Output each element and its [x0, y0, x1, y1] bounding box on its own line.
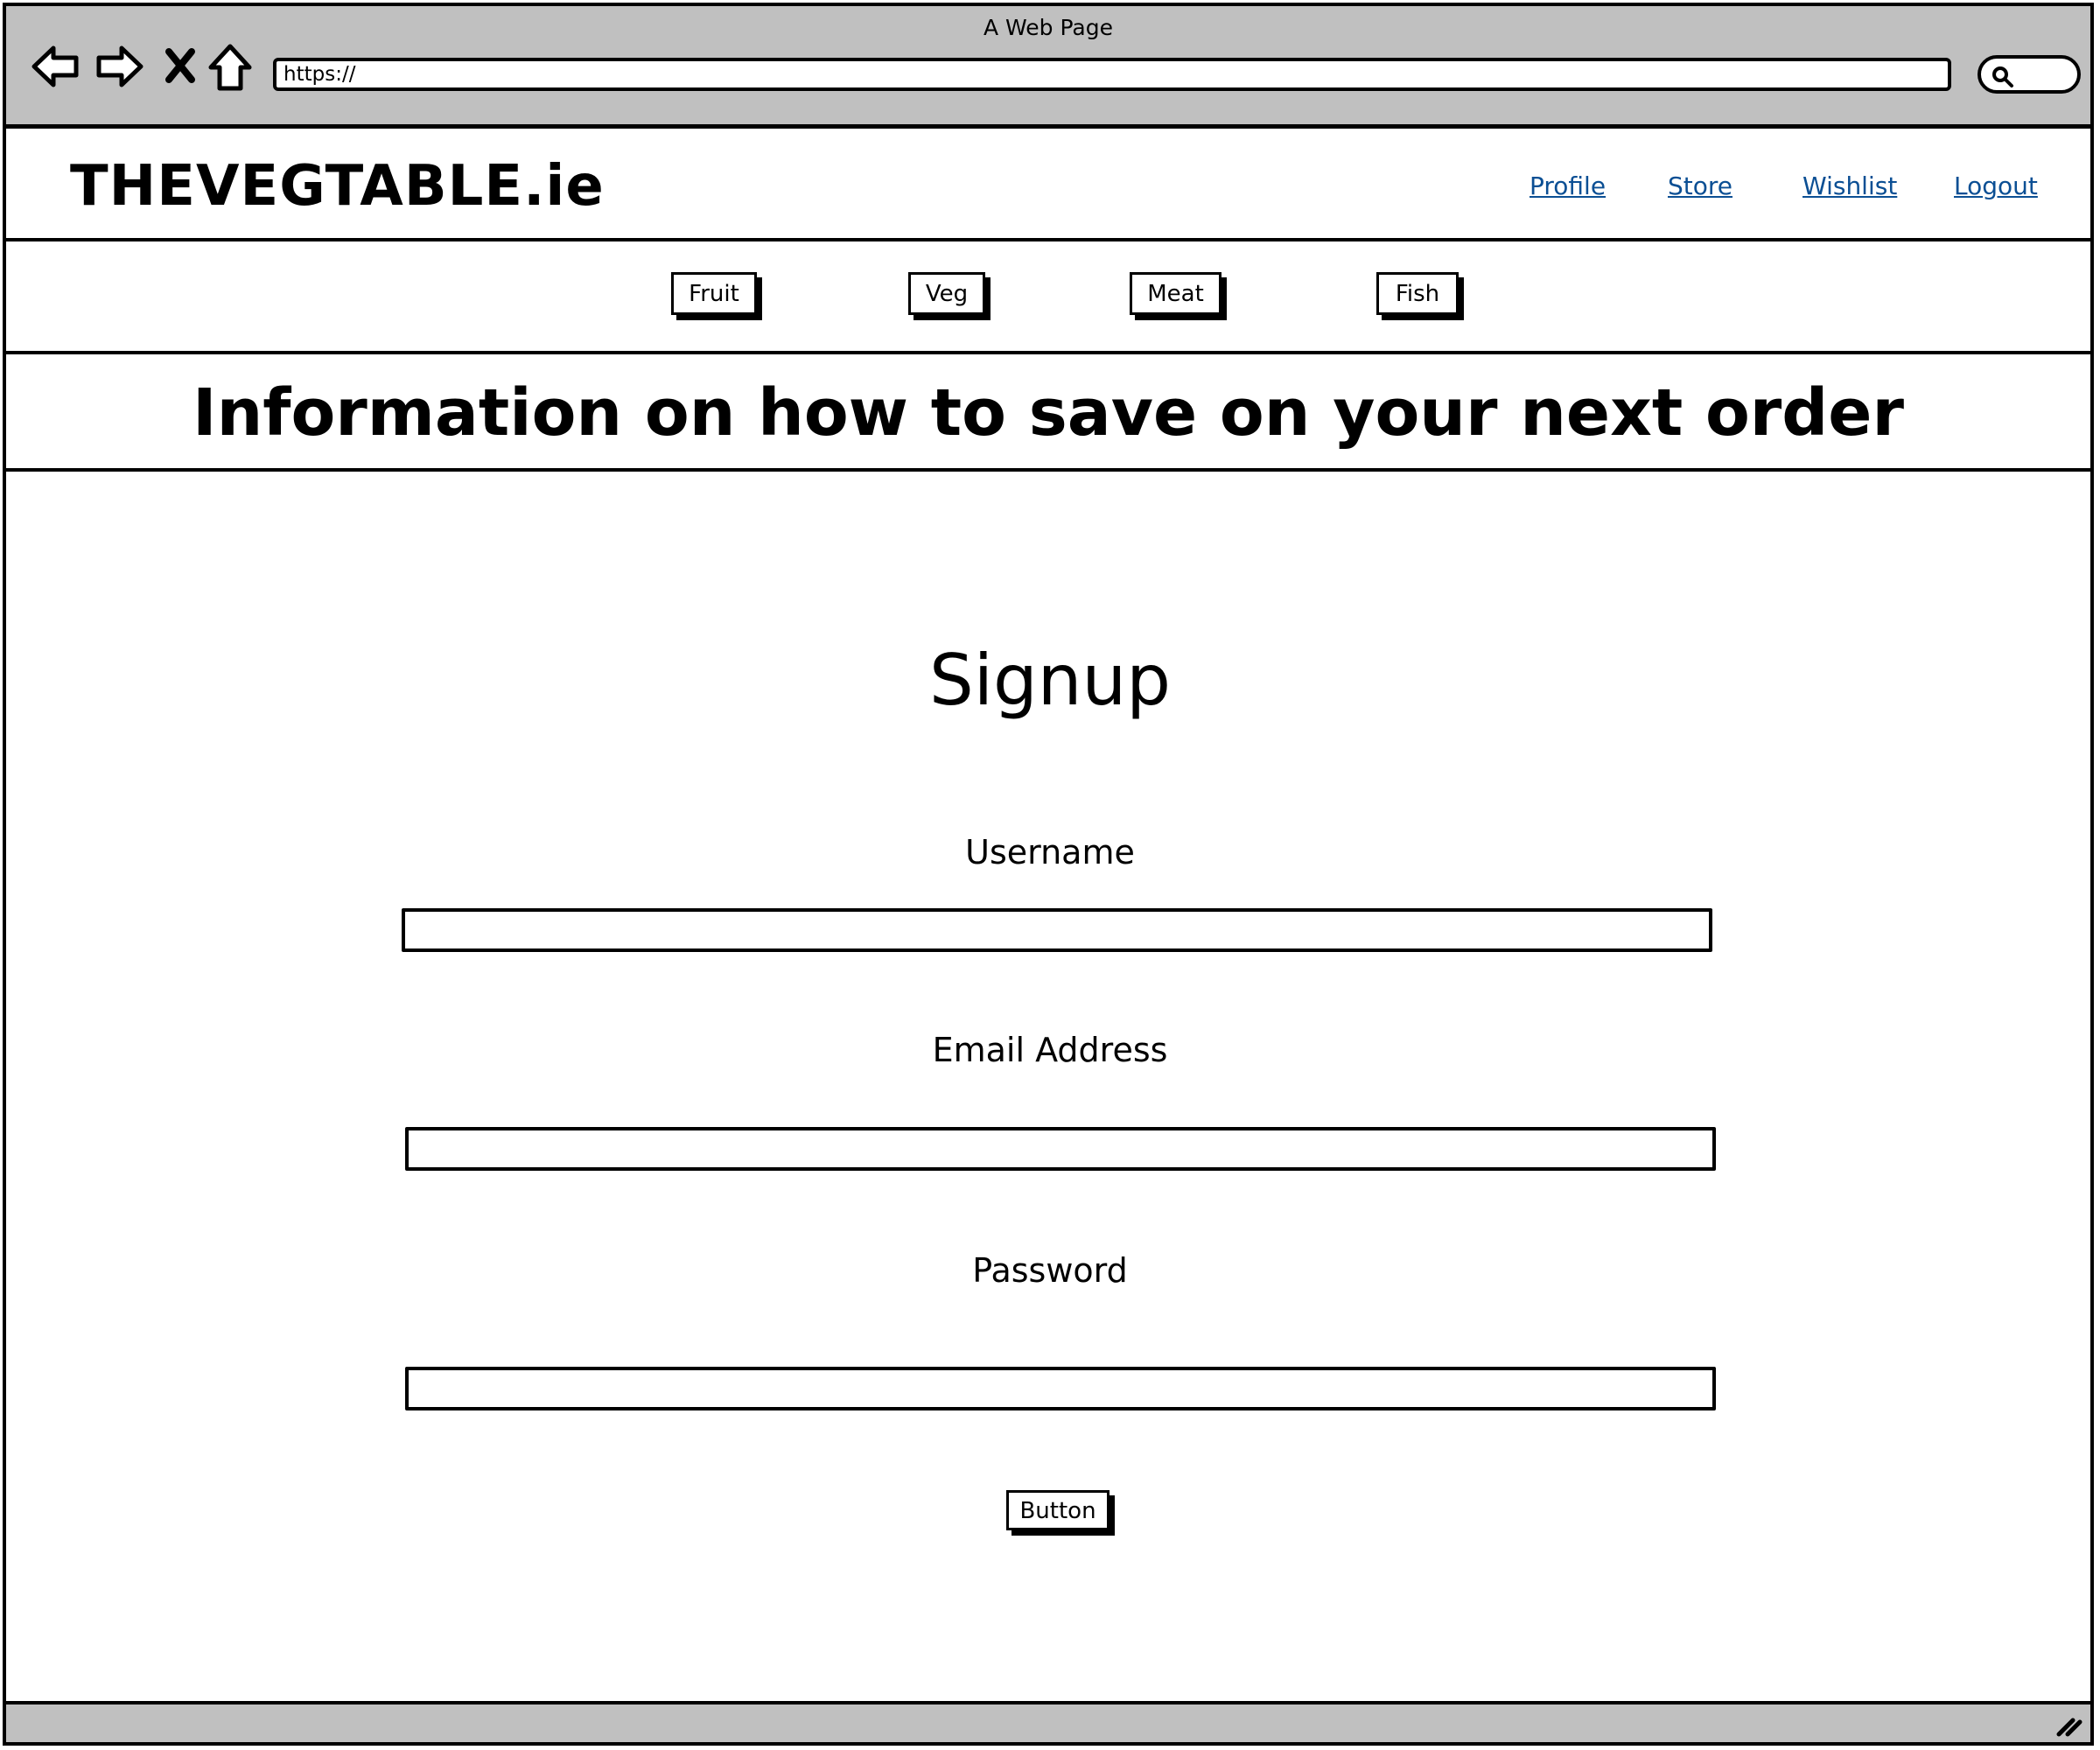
category-button-veg[interactable]: Veg [908, 272, 985, 315]
url-text: https:// [284, 63, 356, 86]
promo-banner: Information on how to save on your next … [3, 354, 2094, 472]
home-icon[interactable] [207, 43, 253, 95]
nav-link-profile[interactable]: Profile [1530, 171, 1606, 202]
forward-arrow-icon[interactable] [94, 41, 144, 95]
banner-text: Information on how to save on your next … [192, 375, 1904, 451]
nav-link-logout[interactable]: Logout [1954, 171, 2038, 202]
password-label: Password [972, 1251, 1128, 1290]
email-label: Email Address [932, 1031, 1168, 1069]
form-title: Signup [929, 640, 1171, 721]
category-button-fruit[interactable]: Fruit [671, 272, 757, 315]
category-button-fish[interactable]: Fish [1376, 272, 1459, 315]
password-input[interactable] [405, 1367, 1716, 1410]
category-bar: Fruit Veg Meat Fish [3, 242, 2094, 354]
resize-grip-icon[interactable] [2054, 1712, 2083, 1741]
close-x-icon[interactable] [164, 46, 197, 88]
category-button-meat[interactable]: Meat [1130, 272, 1222, 315]
back-arrow-icon[interactable] [31, 41, 81, 95]
site-logo[interactable]: THEVEGTABLE.ie [70, 153, 605, 220]
window-title: A Web Page [983, 15, 1114, 40]
browser-toolbar: A Web Page https:// [3, 3, 2094, 129]
nav-link-wishlist[interactable]: Wishlist [1802, 171, 1897, 202]
email-input[interactable] [405, 1127, 1716, 1171]
site-header: THEVEGTABLE.ie Profile Store Wishlist Lo… [3, 129, 2094, 242]
search-button[interactable] [1978, 55, 2081, 94]
username-input[interactable] [402, 908, 1712, 952]
submit-button[interactable]: Button [1006, 1490, 1110, 1530]
search-icon [1992, 66, 2013, 88]
status-bar [3, 1701, 2094, 1746]
nav-link-store[interactable]: Store [1668, 171, 1732, 202]
url-bar[interactable]: https:// [273, 58, 1951, 91]
username-label: Username [965, 833, 1135, 872]
